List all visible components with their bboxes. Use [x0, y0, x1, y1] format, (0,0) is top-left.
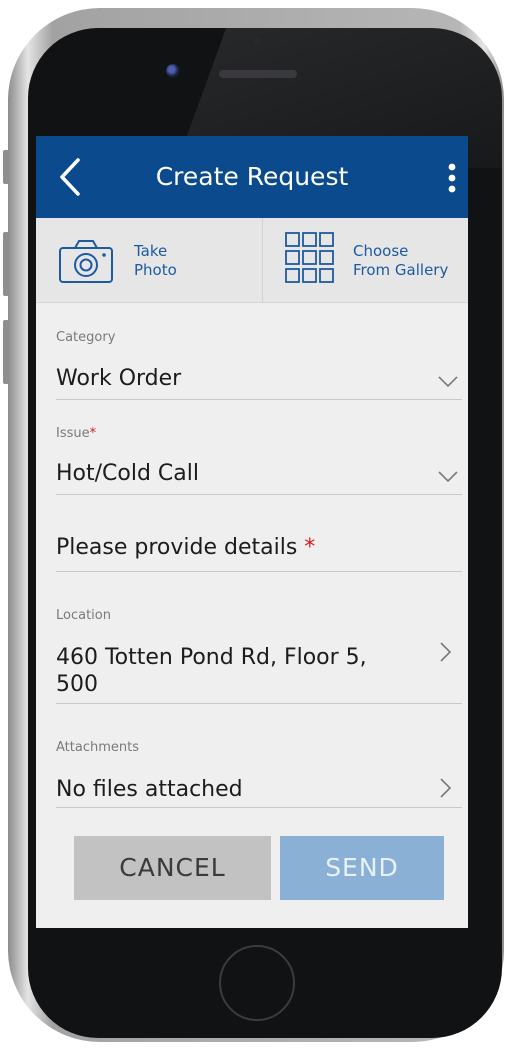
take-photo-button[interactable]: Take Photo	[36, 218, 263, 302]
details-placeholder-text: Please provide details	[56, 535, 298, 560]
choose-gallery-label-line2: From Gallery	[353, 261, 449, 279]
more-vertical-icon[interactable]	[446, 160, 458, 196]
issue-dropdown[interactable]: Issue* Hot/Cold Call	[56, 399, 462, 495]
proximity-sensor	[254, 38, 260, 44]
required-asterisk: *	[304, 535, 316, 560]
camera-icon	[59, 240, 113, 283]
issue-label-text: Issue	[56, 426, 90, 441]
category-value: Work Order	[56, 366, 182, 391]
details-input[interactable]: Please provide details *	[56, 494, 462, 572]
category-label: Category	[56, 330, 116, 345]
required-asterisk: *	[89, 426, 97, 441]
issue-value: Hot/Cold Call	[56, 461, 199, 486]
cancel-button[interactable]: CANCEL	[74, 836, 271, 900]
chevron-right-icon	[440, 778, 452, 798]
take-photo-label: Take Photo	[134, 242, 177, 280]
choose-gallery-label: Choose From Gallery	[353, 242, 448, 280]
take-photo-label-line1: Take	[134, 242, 168, 260]
location-label: Location	[56, 608, 111, 623]
front-camera	[166, 64, 180, 78]
app-bar: Create Request	[36, 136, 468, 218]
choose-gallery-label-line1: Choose	[353, 242, 409, 260]
home-button[interactable]	[219, 945, 295, 1021]
location-value-line2: 500	[56, 672, 98, 697]
chevron-down-icon	[438, 376, 458, 388]
earpiece-speaker	[219, 70, 297, 78]
choose-from-gallery-button[interactable]: Choose From Gallery	[263, 218, 468, 302]
photo-actions-bar: Take Photo Choose From Gallery	[36, 218, 468, 303]
issue-label: Issue*	[56, 426, 96, 441]
app-screen: Create Request Take Photo Choose From Ga…	[36, 136, 468, 928]
take-photo-label-line2: Photo	[134, 261, 177, 279]
location-field[interactable]: Location 460 Totten Pond Rd, Floor 5, 50…	[56, 571, 462, 704]
category-dropdown[interactable]: Category Work Order	[56, 322, 462, 400]
details-placeholder: Please provide details *	[56, 534, 315, 562]
page-title: Create Request	[155, 162, 349, 191]
send-button[interactable]: SEND	[280, 836, 444, 900]
chevron-down-icon	[438, 471, 458, 483]
location-value-line1: 460 Totten Pond Rd, Floor 5,	[56, 645, 367, 670]
grid-icon	[285, 232, 334, 283]
attachments-label: Attachments	[56, 740, 139, 755]
attachments-field[interactable]: Attachments No files attached	[56, 703, 462, 808]
chevron-right-icon	[440, 642, 452, 662]
attachments-value: No files attached	[56, 777, 243, 802]
